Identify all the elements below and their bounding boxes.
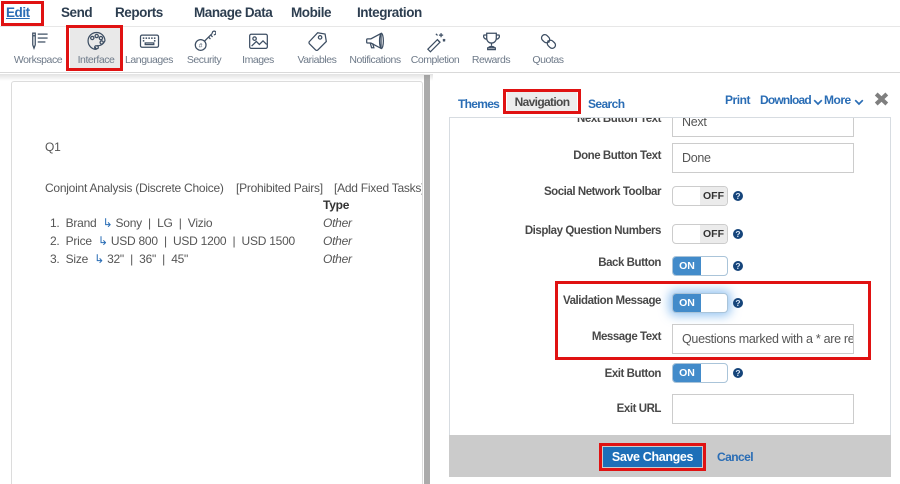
svg-text:#: # (198, 43, 202, 50)
